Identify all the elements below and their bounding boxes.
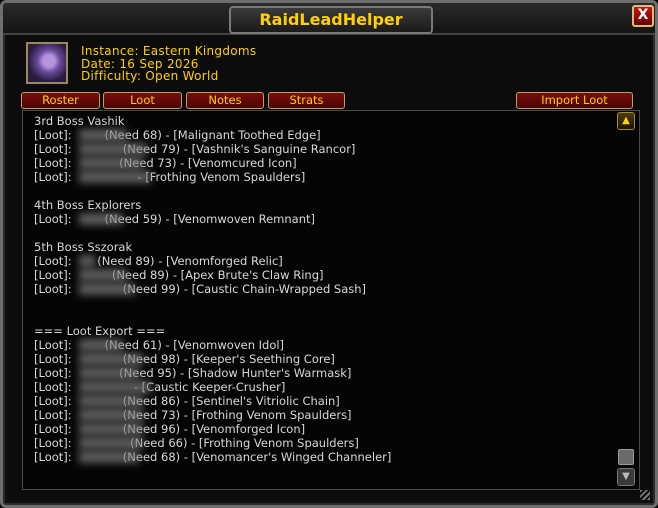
tab-loot[interactable]: Loot	[103, 92, 182, 109]
log-line: === Loot Export ===	[34, 324, 166, 338]
scrollbar-thumb[interactable]	[618, 449, 634, 465]
redacted-name	[79, 423, 143, 435]
window-title: RaidLeadHelper	[229, 6, 433, 34]
redacted-name	[79, 171, 151, 183]
import-loot-button[interactable]: Import Loot	[516, 92, 633, 109]
redacted-name	[79, 367, 139, 379]
difficulty-label: Difficulty: Open World	[81, 69, 219, 83]
close-icon[interactable]: X	[632, 5, 654, 27]
redacted-name	[79, 451, 139, 463]
scroll-up-icon[interactable]: ▲	[617, 112, 635, 130]
title-bar[interactable]: RaidLeadHelper	[3, 3, 655, 35]
log-line: [Loot]: (Need 59) - [Venomwoven Remnant]	[34, 212, 316, 226]
wolf-portrait-icon	[26, 42, 68, 84]
log-line: [Loot]: (Need 89) - [Venomforged Relic]	[34, 254, 283, 268]
tab-notes[interactable]: Notes	[186, 92, 264, 109]
log-line: [Loot]: (Need 61) - [Venomwoven Idol]	[34, 338, 285, 352]
instance-label: Instance: Eastern Kingdoms	[81, 44, 257, 58]
log-line: [Loot]: - [Caustic Keeper-Crusher]	[34, 380, 286, 394]
redacted-name	[79, 269, 127, 281]
log-line: [Loot]: (Need 73) - [Venomcured Icon]	[34, 156, 297, 170]
scroll-down-icon[interactable]: ▼	[617, 468, 635, 486]
log-line: [Loot]: (Need 68) - [Malignant Toothed E…	[34, 128, 321, 142]
log-line: [Loot]: (Need 89) - [Apex Brute's Claw R…	[34, 268, 324, 282]
redacted-name	[79, 143, 147, 155]
log-line: 5th Boss Sszorak	[34, 240, 133, 254]
redacted-name	[79, 213, 123, 225]
redacted-name	[79, 409, 143, 421]
redacted-name	[79, 129, 127, 141]
tab-strats[interactable]: Strats	[268, 92, 345, 109]
log-line: 4th Boss Explorers	[34, 198, 142, 212]
log-line: [Loot]: - [Frothing Venom Spaulders]	[34, 170, 306, 184]
redacted-name	[79, 353, 143, 365]
redacted-name	[79, 381, 151, 393]
redacted-name	[79, 157, 143, 169]
tab-roster[interactable]: Roster	[21, 92, 100, 109]
redacted-name	[79, 339, 123, 351]
log-line: 3rd Boss Vashik	[34, 114, 125, 128]
loot-log-text-area[interactable]: 3rd Boss Vashik [Loot]: (Need 68) - [Mal…	[22, 110, 640, 490]
redacted-name	[79, 255, 95, 267]
redacted-name	[79, 283, 135, 295]
redacted-name	[79, 437, 143, 449]
log-line: [Loot]: (Need 96) - [Venomforged Icon]	[34, 422, 306, 436]
resize-grip-icon[interactable]	[640, 490, 650, 500]
redacted-name	[79, 395, 143, 407]
